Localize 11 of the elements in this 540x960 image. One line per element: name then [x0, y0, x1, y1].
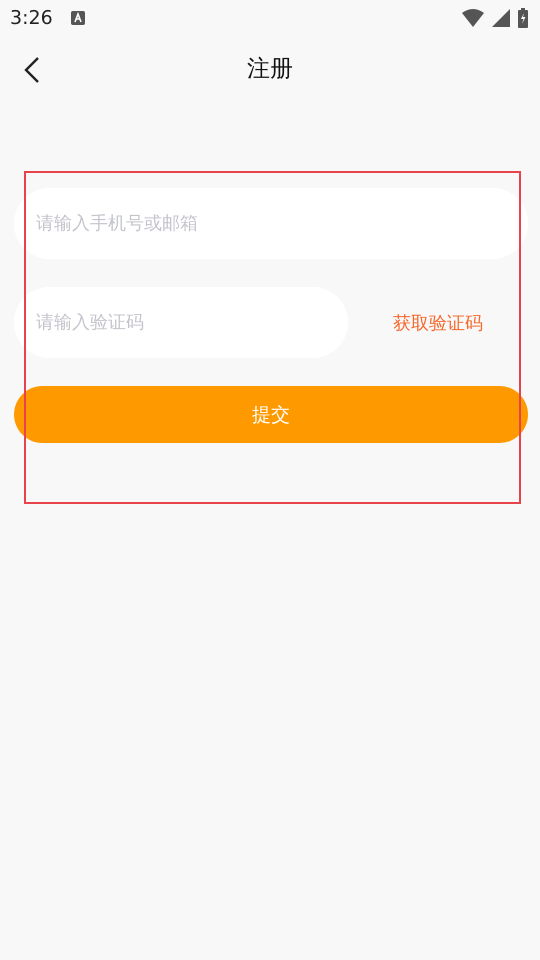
chevron-left-icon	[24, 56, 40, 84]
wifi-icon	[462, 9, 484, 27]
status-time: 3:26	[10, 7, 53, 29]
code-input-field[interactable]: 请输入验证码	[14, 287, 348, 358]
notification-icon	[70, 11, 85, 25]
get-code-link[interactable]: 获取验证码	[348, 310, 528, 334]
submit-button[interactable]: 提交	[14, 386, 528, 443]
account-input-field[interactable]: 请输入手机号或邮箱	[14, 188, 528, 259]
signal-icon	[492, 9, 510, 27]
battery-icon	[518, 8, 528, 28]
page-title: 注册	[247, 54, 293, 84]
